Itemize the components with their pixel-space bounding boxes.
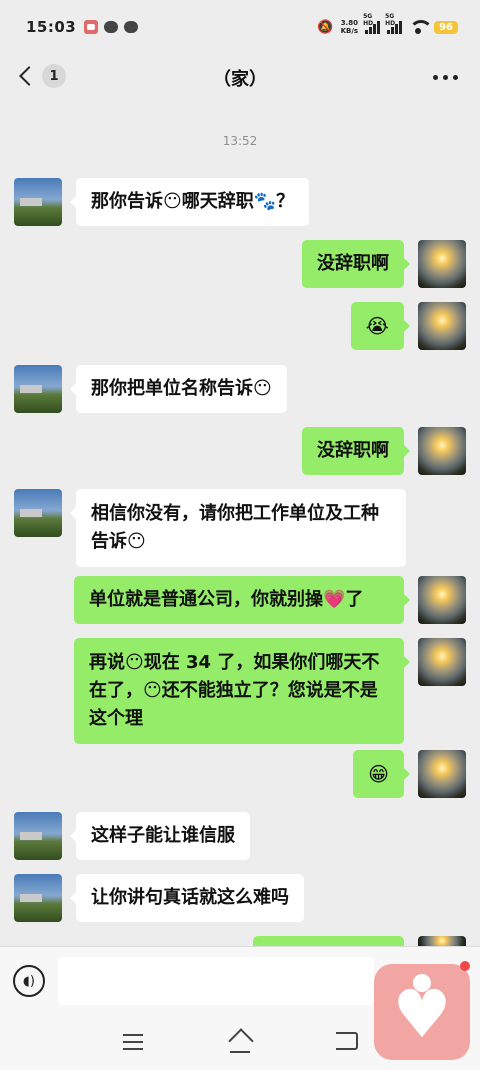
message-timestamp: 13:52 bbox=[222, 134, 258, 148]
message-sent[interactable]: 没辞职啊 bbox=[302, 240, 410, 288]
self-avatar[interactable] bbox=[418, 638, 466, 686]
message-sent[interactable]: 没辞职啊 bbox=[302, 427, 410, 475]
signal-sim2-icon: 5G HD bbox=[385, 13, 403, 34]
signal-sim1-icon: 5G HD bbox=[363, 13, 381, 34]
self-avatar[interactable] bbox=[418, 576, 466, 624]
message-received[interactable]: 这样子能让谁信服 bbox=[70, 812, 250, 860]
contact-avatar[interactable] bbox=[14, 365, 62, 413]
wifi-icon bbox=[409, 20, 434, 34]
message-received[interactable]: 相信你没有，请你把工作单位及工种告诉😶 bbox=[70, 489, 406, 567]
mute-icon: 🔕 bbox=[317, 19, 334, 35]
message-sent[interactable]: 单位就是普通公司，你就别操💗了 bbox=[74, 576, 410, 624]
message-input[interactable] bbox=[58, 957, 374, 1005]
contact-avatar[interactable] bbox=[14, 489, 62, 537]
status-time: 15:03 bbox=[26, 18, 77, 36]
contact-avatar[interactable] bbox=[14, 812, 62, 860]
chat-bubble-icon bbox=[124, 21, 139, 33]
message-sent-emoji[interactable]: 😁 bbox=[353, 750, 410, 798]
home-button[interactable] bbox=[228, 1030, 252, 1054]
chevron-left-icon bbox=[19, 66, 39, 86]
battery-indicator: 96 bbox=[434, 20, 458, 34]
message-received[interactable]: 那你把单位名称告诉😶 bbox=[70, 365, 287, 413]
more-dots-icon bbox=[433, 75, 438, 80]
status-bar: 15:03 🔕 3.80 KB/s 5G HD 5G HD 96 bbox=[0, 0, 480, 54]
message-received[interactable]: 让你讲句真话就这么难吗 bbox=[70, 874, 304, 922]
heart-dot bbox=[413, 974, 431, 992]
app-notification-icon bbox=[84, 20, 99, 34]
self-avatar[interactable] bbox=[418, 240, 466, 288]
chat-header: 1 （家） bbox=[0, 54, 480, 102]
more-options-button[interactable] bbox=[433, 75, 458, 80]
message-sent-emoji[interactable]: 😭 bbox=[350, 302, 411, 350]
self-avatar[interactable] bbox=[418, 302, 466, 350]
contact-avatar[interactable] bbox=[14, 178, 62, 226]
self-avatar[interactable] bbox=[418, 750, 466, 798]
back-button[interactable]: 1 bbox=[16, 64, 66, 88]
voice-icon: ◖) bbox=[23, 973, 35, 989]
wechat-icon bbox=[104, 21, 119, 33]
system-back-button[interactable] bbox=[336, 1032, 358, 1050]
contact-avatar[interactable] bbox=[14, 874, 62, 922]
message-received[interactable]: 那你告诉😶哪天辞职🐾？ bbox=[69, 178, 310, 226]
recent-apps-button[interactable] bbox=[123, 1034, 143, 1050]
notification-dot bbox=[460, 961, 470, 971]
message-sent[interactable]: 再说😶现在 34 了，如果你们哪天不在了，😶还不能独立了？您说是不是这个理 bbox=[74, 638, 410, 744]
self-avatar[interactable] bbox=[418, 427, 466, 475]
floating-heart-widget[interactable]: ♥ bbox=[374, 964, 470, 1060]
voice-input-button[interactable]: ◖) bbox=[13, 965, 45, 997]
unread-badge: 1 bbox=[42, 64, 66, 88]
network-speed: 3.80 KB/s bbox=[340, 19, 359, 35]
chat-title: （家） bbox=[213, 69, 267, 90]
